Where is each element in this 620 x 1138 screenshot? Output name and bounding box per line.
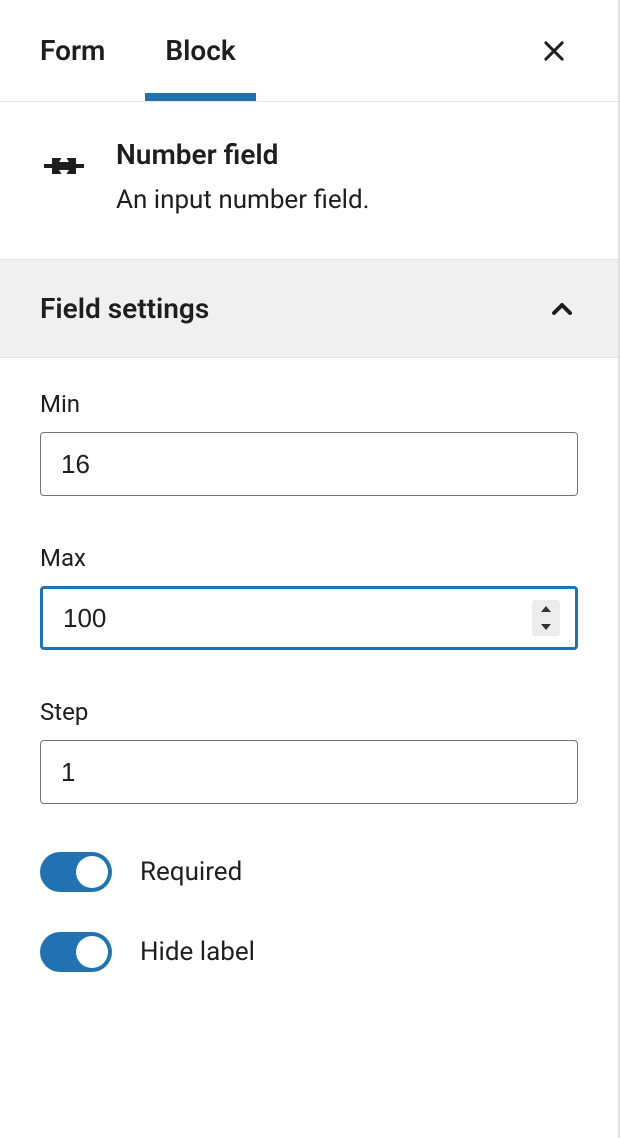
hide-label-toggle[interactable] xyxy=(40,932,112,972)
min-input[interactable] xyxy=(40,432,578,496)
block-title: Number field xyxy=(116,138,370,171)
panel-title: Field settings xyxy=(40,292,209,325)
toggle-row-hide-label: Hide label xyxy=(40,932,578,972)
tab-block[interactable]: Block xyxy=(165,0,235,101)
field-group-step: Step xyxy=(40,698,578,804)
required-label: Required xyxy=(140,857,242,887)
tab-form[interactable]: Form xyxy=(40,0,105,101)
tabs-row: Form Block xyxy=(0,0,618,102)
min-label: Min xyxy=(40,390,578,418)
number-field-icon xyxy=(40,142,88,190)
number-stepper[interactable] xyxy=(532,600,560,636)
stepper-up-icon[interactable] xyxy=(532,600,560,618)
block-header: Number field An input number field. xyxy=(0,102,618,259)
field-group-max: Max xyxy=(40,544,578,650)
panel-header-field-settings[interactable]: Field settings xyxy=(0,259,618,358)
toggle-row-required: Required xyxy=(40,852,578,892)
step-label: Step xyxy=(40,698,578,726)
toggle-knob xyxy=(76,856,108,888)
max-label: Max xyxy=(40,544,578,572)
close-button[interactable] xyxy=(530,27,578,75)
block-description: An input number field. xyxy=(116,185,370,215)
panel-body: Min Max Step Required H xyxy=(0,358,618,1036)
max-input[interactable] xyxy=(40,586,578,650)
toggle-knob xyxy=(76,936,108,968)
step-input[interactable] xyxy=(40,740,578,804)
field-group-min: Min xyxy=(40,390,578,496)
required-toggle[interactable] xyxy=(40,852,112,892)
stepper-down-icon[interactable] xyxy=(532,618,560,636)
close-icon xyxy=(540,37,568,65)
hide-label-label: Hide label xyxy=(140,937,255,967)
chevron-up-icon xyxy=(546,293,578,325)
